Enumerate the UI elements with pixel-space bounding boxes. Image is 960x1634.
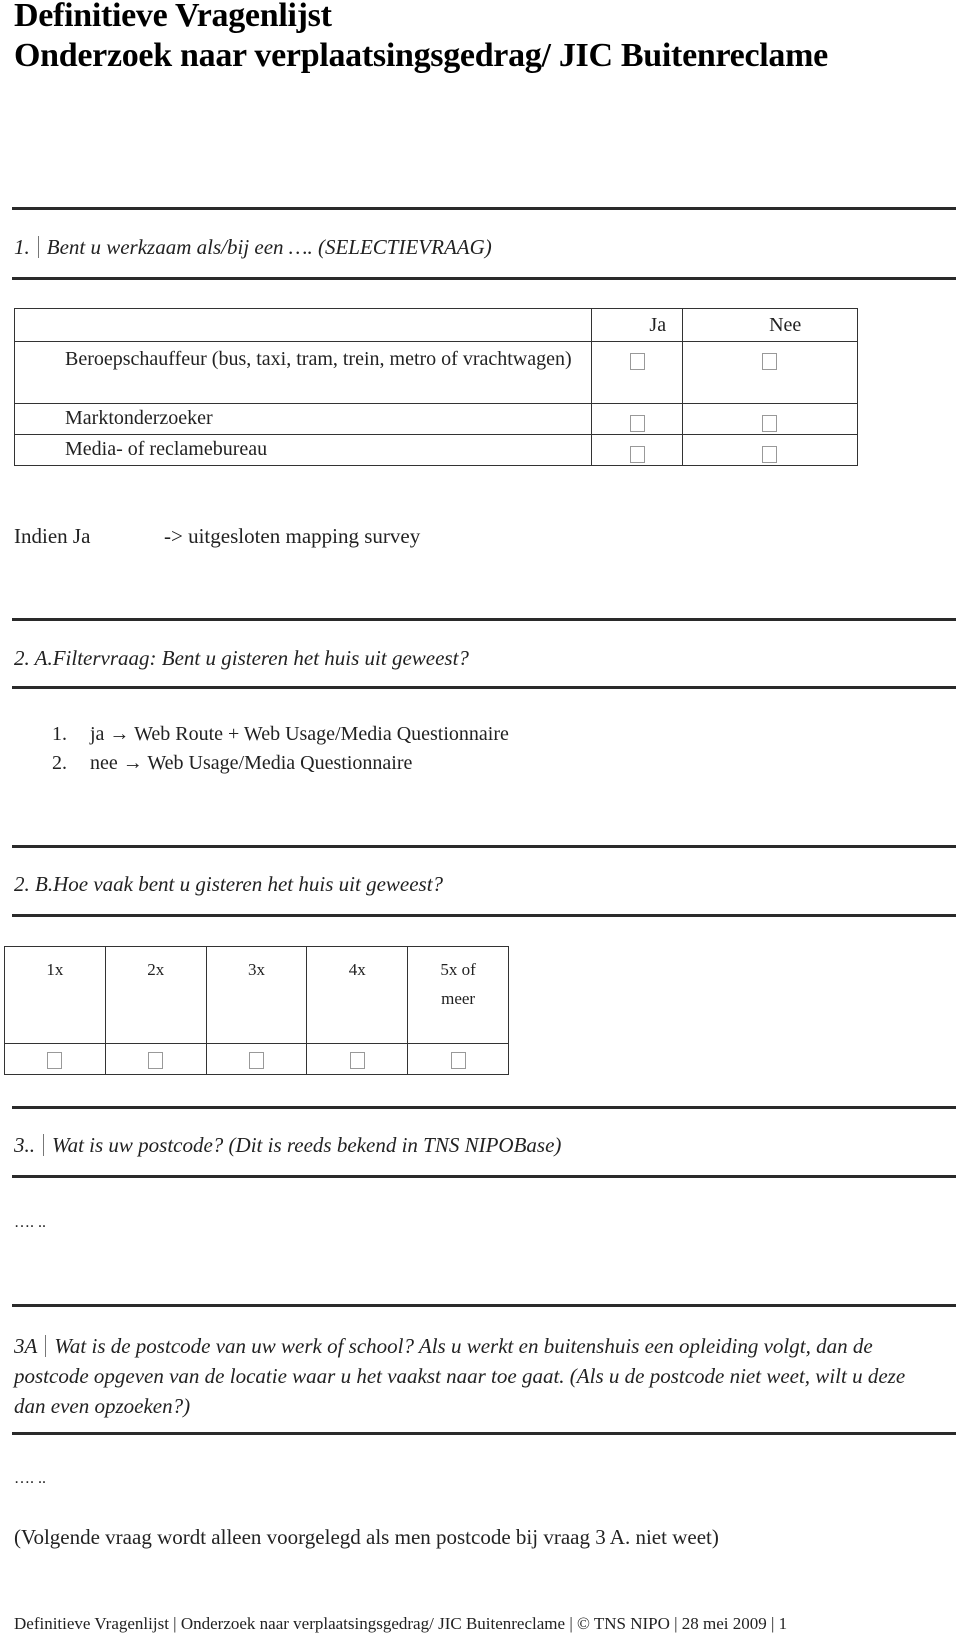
question-number: 3A	[14, 1334, 38, 1358]
document-title-line2: Onderzoek naar verplaatsingsgedrag/ JIC …	[14, 37, 828, 74]
question-2a: 2. A.Filtervraag: Bent u gisteren het hu…	[14, 646, 469, 670]
answer-option: 2. nee → Web Usage/Media Questionnaire	[52, 749, 509, 778]
frequency-table: 1x 2x 3x 4x 5x of meer	[4, 946, 509, 1075]
question-number: 1.	[14, 235, 30, 259]
divider	[12, 277, 956, 280]
row-label: Beroepschauffeur (bus, taxi, tram, trein…	[13, 341, 593, 404]
divider	[12, 1175, 956, 1178]
checkbox-3x[interactable]	[248, 1051, 264, 1069]
checkbox-nee[interactable]	[762, 352, 778, 370]
header-4x: 4x	[306, 946, 409, 1044]
answer-placeholder-postcode[interactable]: …. ..	[14, 1214, 46, 1232]
option-text: ja → Web Route + Web Usage/Media Questio…	[90, 723, 509, 745]
checkbox-ja[interactable]	[629, 445, 645, 463]
header-nee: Nee	[682, 308, 858, 342]
header-cell-empty	[13, 308, 593, 342]
selection-table: Ja Nee Beroepschauffeur (bus, taxi, tram…	[13, 308, 858, 466]
divider	[12, 1304, 956, 1307]
separator	[43, 1134, 44, 1156]
question-2b: 2. B.Hoe vaak bent u gisteren het huis u…	[14, 872, 444, 896]
divider	[12, 914, 956, 917]
question-text: Wat is de postcode van uw werk of school…	[14, 1334, 906, 1418]
option-number: 1.	[52, 723, 67, 745]
row-label: Media- of reclamebureau	[13, 434, 593, 466]
cell	[205, 1043, 308, 1075]
divider	[12, 1432, 956, 1435]
header-5x-of-meer: 5x of meer	[407, 946, 509, 1044]
question-text: Wat is uw postcode? (Dit is reeds bekend…	[52, 1133, 562, 1157]
checkbox-nee[interactable]	[762, 414, 778, 432]
condition-result: -> uitgesloten mapping survey	[164, 524, 421, 548]
header-1x: 1x	[4, 946, 106, 1044]
question-number: 3..	[14, 1133, 35, 1157]
checkbox-4x[interactable]	[349, 1051, 365, 1069]
option-text: nee → Web Usage/Media Questionnaire	[90, 752, 413, 774]
separator	[37, 236, 39, 258]
question-1: 1. Bent u werkzaam als/bij een …. (SELECT…	[14, 235, 492, 260]
checkbox-2x[interactable]	[148, 1051, 164, 1069]
document-title-line1: Definitieve Vragenlijst	[14, 0, 332, 34]
question-text: Bent u werkzaam als/bij een …. (SELECTIE…	[46, 235, 492, 259]
divider	[12, 618, 956, 621]
answer-option: 1. ja → Web Route + Web Usage/Media Quest…	[52, 720, 509, 749]
routing-note: (Volgende vraag wordt alleen voorgelegd …	[14, 1525, 719, 1549]
cell-ja	[591, 341, 684, 404]
divider	[12, 845, 956, 848]
answer-placeholder-work-postcode[interactable]: …. ..	[14, 1470, 46, 1488]
answer-options-list: 1. ja → Web Route + Web Usage/Media Quest…	[52, 720, 509, 778]
row-label: Marktonderzoeker	[13, 403, 593, 435]
condition-label: Indien Ja	[14, 524, 91, 548]
cell	[407, 1043, 509, 1075]
question-3: 3.. Wat is uw postcode? (Dit is reeds bek…	[14, 1133, 561, 1158]
question-3a: 3A Wat is de postcode van uw werk of scho…	[14, 1331, 924, 1421]
divider	[12, 1106, 956, 1109]
cell-nee	[682, 434, 858, 466]
checkbox-ja[interactable]	[629, 352, 645, 370]
cell	[306, 1043, 409, 1075]
divider	[12, 686, 956, 689]
checkbox-nee[interactable]	[762, 445, 778, 463]
separator	[45, 1335, 47, 1357]
header-2x: 2x	[104, 946, 207, 1044]
cell	[4, 1043, 106, 1075]
checkbox-1x[interactable]	[47, 1051, 63, 1069]
checkbox-5x-of-meer[interactable]	[450, 1051, 466, 1069]
cell	[104, 1043, 207, 1075]
header-3x: 3x	[205, 946, 308, 1044]
cell-nee	[682, 341, 858, 404]
cell-ja	[591, 403, 684, 435]
divider	[12, 207, 956, 210]
header-ja: Ja	[591, 308, 684, 342]
cell-nee	[682, 403, 858, 435]
cell-ja	[591, 434, 684, 466]
page-footer: Definitieve Vragenlijst | Onderzoek naar…	[14, 1614, 788, 1633]
checkbox-ja[interactable]	[629, 414, 645, 432]
option-number: 2.	[52, 752, 67, 774]
